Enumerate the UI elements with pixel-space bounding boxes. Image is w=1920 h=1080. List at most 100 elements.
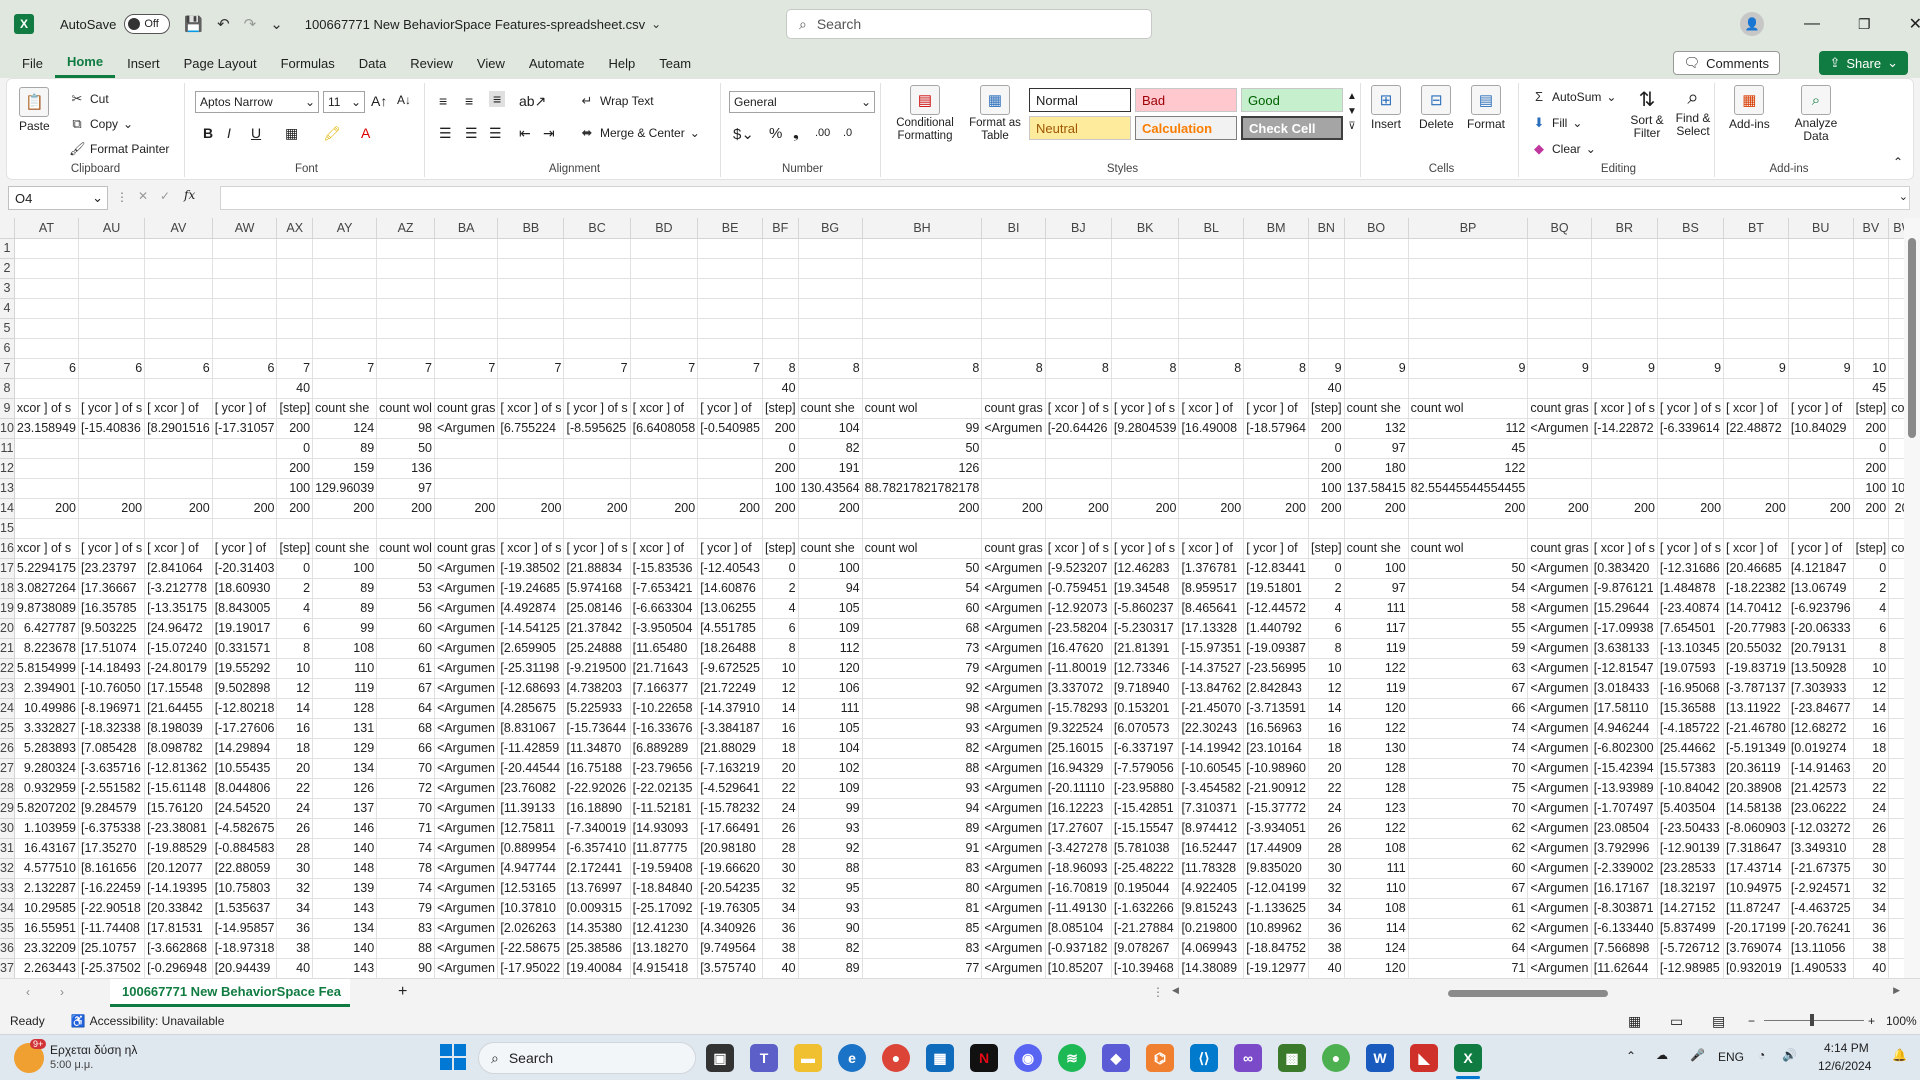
cell[interactable]: [17.35270 (78, 838, 146, 859)
cell[interactable]: [20.94439 (212, 958, 278, 978)
cell[interactable] (1723, 278, 1789, 299)
cell[interactable] (276, 338, 314, 359)
cell[interactable]: 40 (1853, 958, 1890, 978)
cell[interactable] (630, 378, 699, 399)
cell[interactable] (497, 298, 565, 319)
currency-icon[interactable]: $⌄ (733, 125, 754, 143)
cell[interactable] (497, 338, 565, 359)
cell[interactable] (981, 338, 1046, 359)
cell[interactable]: 80 (862, 878, 983, 899)
cell[interactable]: 123 (1344, 798, 1409, 819)
cell[interactable]: [14.35380 (563, 918, 631, 939)
cell[interactable]: 92 (862, 678, 983, 699)
cell[interactable]: 67 (376, 678, 435, 699)
cell[interactable] (1111, 458, 1180, 479)
column-header[interactable]: AX (276, 218, 314, 239)
cell[interactable]: [-8.303871 (1591, 898, 1658, 919)
cell[interactable]: [ ycor ] of (212, 398, 278, 419)
cell[interactable]: [-23.38081 (144, 818, 213, 839)
cell[interactable]: 54 (862, 578, 983, 599)
cell[interactable]: 159 (312, 458, 378, 479)
cell[interactable]: [13.50928 (1788, 658, 1854, 679)
cell[interactable] (630, 478, 699, 499)
blender-icon[interactable]: ⌬ (1146, 1044, 1174, 1072)
cell[interactable] (1308, 238, 1345, 259)
cell[interactable]: [4.069943 (1178, 938, 1245, 959)
cell[interactable]: [-12.98985 (1657, 958, 1725, 978)
cell[interactable]: [14.29894 (212, 738, 278, 759)
language-indicator[interactable]: ENG (1718, 1050, 1744, 1064)
cell[interactable] (1657, 438, 1725, 459)
cell[interactable] (1888, 638, 1904, 659)
cell[interactable]: [9.835020 (1243, 858, 1309, 879)
cell[interactable]: 100 (276, 478, 314, 499)
cell[interactable] (212, 278, 278, 299)
cell[interactable]: cou (1888, 538, 1904, 559)
cell[interactable] (434, 338, 499, 359)
cell[interactable]: 50 (862, 438, 983, 459)
cell[interactable] (563, 278, 631, 299)
cell[interactable] (1344, 298, 1409, 319)
cell[interactable] (14, 458, 80, 479)
cell[interactable]: 10.29585 (14, 898, 80, 919)
cell[interactable]: 93 (862, 718, 983, 739)
column-header[interactable]: BG (798, 218, 863, 239)
cell[interactable]: [19.34548 (1111, 578, 1180, 599)
notification-bell-icon[interactable]: 🔔 (1892, 1048, 1907, 1062)
cell[interactable] (1243, 518, 1309, 539)
cell[interactable] (1527, 518, 1592, 539)
cell[interactable]: [-20.76241 (1788, 918, 1854, 939)
cell[interactable] (563, 478, 631, 499)
cell[interactable] (1045, 458, 1112, 479)
cell[interactable]: [-15.42394 (1591, 758, 1658, 779)
cell[interactable]: 79 (376, 898, 435, 919)
cell[interactable]: <Argumen (981, 938, 1046, 959)
zoom-level[interactable]: 100% (1886, 1014, 1917, 1028)
cell[interactable]: [-23.95880 (1111, 778, 1180, 799)
cell[interactable]: [24.54520 (212, 798, 278, 819)
cell[interactable]: 88 (798, 858, 863, 879)
cell[interactable]: <Argumen (981, 878, 1046, 899)
cell[interactable] (862, 298, 983, 319)
cell[interactable]: 26 (762, 818, 799, 839)
spotify-icon[interactable]: ≋ (1058, 1044, 1086, 1072)
cell[interactable] (981, 258, 1046, 279)
cell[interactable]: [14.70412 (1723, 598, 1789, 619)
cell[interactable]: 34 (276, 898, 314, 919)
cell[interactable]: count gras (434, 538, 499, 559)
cell[interactable]: [-5.191349 (1723, 738, 1789, 759)
cell[interactable]: 24 (276, 798, 314, 819)
cell[interactable]: 74 (376, 838, 435, 859)
cell[interactable] (1178, 458, 1245, 479)
cell[interactable]: [ ycor ] of s (1657, 538, 1725, 559)
cell[interactable]: 22 (276, 778, 314, 799)
cell[interactable]: 22 (1308, 778, 1345, 799)
cell[interactable] (1888, 878, 1904, 899)
cell[interactable]: [-12.83441 (1243, 558, 1309, 579)
cell[interactable] (862, 318, 983, 339)
column-header[interactable]: AY (312, 218, 378, 239)
cell[interactable]: 94 (798, 578, 863, 599)
cell[interactable]: 7 (376, 358, 435, 379)
cell[interactable] (1527, 478, 1592, 499)
cell[interactable]: 2 (1853, 578, 1890, 599)
cell[interactable]: [-3.713591 (1243, 698, 1309, 719)
cell[interactable]: 12 (1853, 678, 1890, 699)
select-all-corner[interactable] (0, 218, 15, 239)
cell[interactable] (1111, 378, 1180, 399)
cell[interactable]: [-7.163219 (697, 758, 763, 779)
cell[interactable]: 4 (276, 598, 314, 619)
cell[interactable]: 18 (1853, 738, 1890, 759)
cell[interactable]: [19.07593 (1657, 658, 1725, 679)
cell[interactable]: [8.974412 (1178, 818, 1245, 839)
cell[interactable]: 32 (762, 878, 799, 899)
cell[interactable]: [13.18270 (630, 938, 699, 959)
cell[interactable] (630, 338, 699, 359)
clear-button[interactable]: ◆ Clear ⌄ (1531, 141, 1596, 157)
cell[interactable] (1408, 318, 1529, 339)
cell[interactable] (78, 458, 146, 479)
cell[interactable]: [8.044806 (212, 778, 278, 799)
row-header[interactable]: 19 (0, 598, 15, 619)
cell[interactable]: 143 (312, 958, 378, 978)
row-header[interactable]: 34 (0, 898, 15, 919)
